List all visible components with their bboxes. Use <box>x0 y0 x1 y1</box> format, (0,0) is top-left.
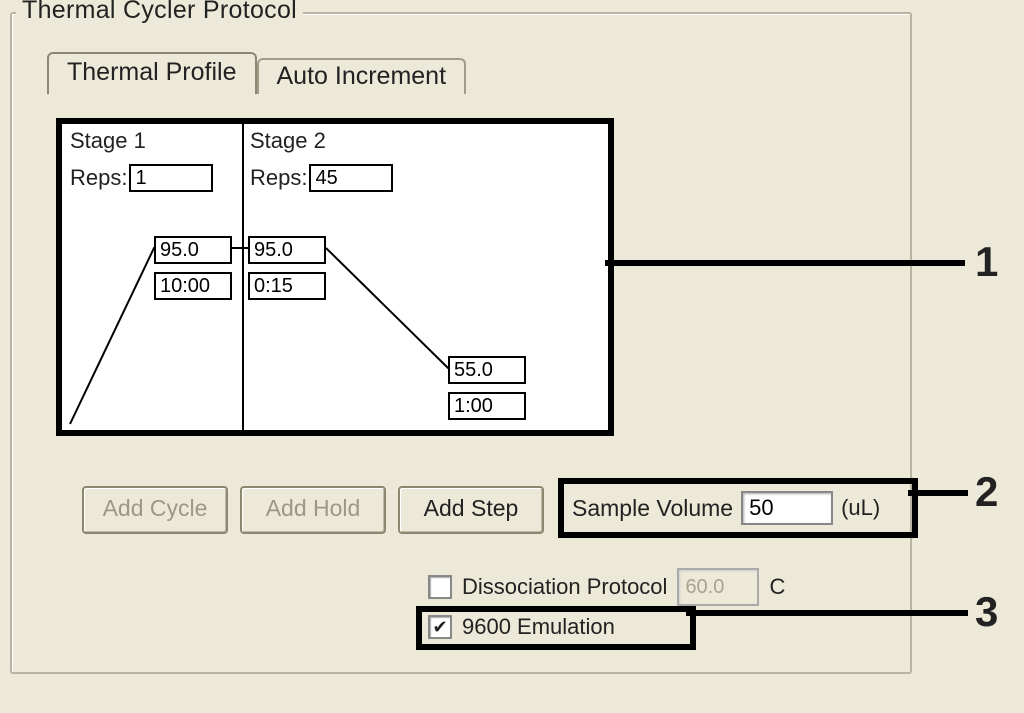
callout-3-line <box>686 610 968 616</box>
stage-1-label: Stage 1 <box>70 128 146 154</box>
thermal-cycler-groupbox: Thermal Cycler Protocol Thermal Profile … <box>10 12 912 674</box>
emulation-label: 9600 Emulation <box>462 614 615 640</box>
tab-thermal-profile[interactable]: Thermal Profile <box>47 52 257 94</box>
stage-1-reps-row: Reps: <box>70 164 213 192</box>
emulation-checkbox[interactable]: ✔ <box>428 615 452 639</box>
add-cycle-button[interactable]: Add Cycle <box>82 486 228 534</box>
stage-2-step-2-time-input[interactable] <box>448 392 526 420</box>
groupbox-title: Thermal Cycler Protocol <box>16 0 303 25</box>
stage-1-step-1-temp-input[interactable] <box>154 236 232 264</box>
dissociation-row: Dissociation Protocol C <box>428 568 785 606</box>
stage-2-step-1-time-input[interactable] <box>248 272 326 300</box>
dissociation-temp-input <box>677 568 759 606</box>
callout-2-number: 2 <box>975 468 998 516</box>
dissociation-label: Dissociation Protocol <box>462 574 667 600</box>
sample-volume-label: Sample Volume <box>572 495 733 522</box>
callout-3-number: 3 <box>975 588 998 636</box>
tab-bar: Thermal Profile Auto Increment <box>47 52 466 94</box>
stage-1-reps-label: Reps: <box>70 165 127 191</box>
stage-2-step-2-temp-input[interactable] <box>448 356 526 384</box>
stage-2-reps-label: Reps: <box>250 165 307 191</box>
add-step-button[interactable]: Add Step <box>398 486 544 534</box>
stage-2-label: Stage 2 <box>250 128 326 154</box>
sample-volume-group: Sample Volume (uL) <box>558 478 918 538</box>
stage-2-step-1-temp-input[interactable] <box>248 236 326 264</box>
callout-1-number: 1 <box>975 238 998 286</box>
dissociation-checkbox[interactable] <box>428 575 452 599</box>
stage-1-reps-input[interactable] <box>129 164 213 192</box>
stage-1-step-1-time-input[interactable] <box>154 272 232 300</box>
sample-volume-input[interactable] <box>741 491 833 525</box>
stage-2-reps-input[interactable] <box>309 164 393 192</box>
callout-1-line <box>605 260 965 266</box>
tab-auto-increment[interactable]: Auto Increment <box>257 58 467 94</box>
emulation-row: ✔ 9600 Emulation <box>428 614 615 640</box>
callout-2-line <box>908 490 968 496</box>
add-hold-button[interactable]: Add Hold <box>240 486 386 534</box>
thermal-profile-frame: Stage 1 Stage 2 Reps: Reps: <box>56 118 614 436</box>
dissociation-temp-unit: C <box>769 574 785 600</box>
sample-volume-unit: (uL) <box>841 495 880 521</box>
stage-2-reps-row: Reps: <box>250 164 393 192</box>
